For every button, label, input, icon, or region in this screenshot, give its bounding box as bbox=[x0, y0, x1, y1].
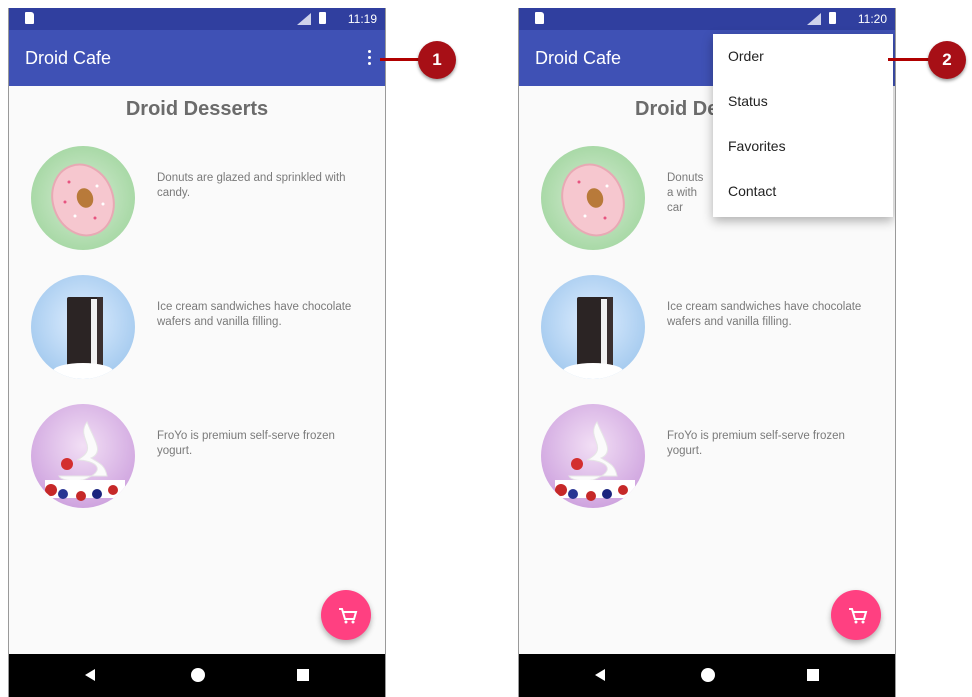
home-icon[interactable] bbox=[191, 668, 205, 682]
page-title: Droid De bbox=[635, 98, 719, 120]
ice-cream-sandwich-image[interactable] bbox=[31, 275, 135, 379]
status-bar: 11:19 bbox=[9, 8, 385, 30]
options-menu: Order Status Favorites Contact bbox=[713, 34, 893, 217]
donut-image[interactable] bbox=[541, 146, 645, 250]
back-icon[interactable] bbox=[595, 669, 605, 681]
froyo-description: FroYo is premium self-serve frozen yogur… bbox=[157, 430, 335, 457]
phone-screen-1: 11:19 Droid Cafe Droid Desserts Donuts a… bbox=[8, 8, 386, 697]
navigation-bar bbox=[519, 654, 895, 697]
menu-item-favorites[interactable]: Favorites bbox=[713, 124, 893, 169]
page-title: Droid Desserts bbox=[125, 98, 269, 120]
home-icon[interactable] bbox=[701, 668, 715, 682]
callout-badge-2: 2 bbox=[928, 41, 966, 79]
status-time: 11:20 bbox=[857, 12, 887, 26]
app-title: Droid Cafe bbox=[25, 48, 112, 68]
ice-cream-sandwich-description: Ice cream sandwiches have chocolate wafe… bbox=[157, 301, 352, 328]
menu-item-order[interactable]: Order bbox=[713, 34, 893, 79]
sd-card-icon bbox=[25, 12, 34, 24]
callout-line-1 bbox=[380, 58, 420, 61]
battery-icon bbox=[319, 12, 326, 24]
signal-icon bbox=[297, 13, 311, 25]
callout-badge-1: 1 bbox=[418, 41, 456, 79]
battery-icon bbox=[829, 12, 836, 24]
sd-card-icon bbox=[535, 12, 544, 24]
froyo-description: FroYo is premium self-serve frozen yogur… bbox=[667, 430, 845, 457]
recent-apps-icon[interactable] bbox=[807, 669, 819, 681]
froyo-image[interactable] bbox=[541, 404, 645, 508]
cart-fab-button[interactable] bbox=[831, 590, 881, 640]
phone-screen-2: 11:20 Droid Cafe Droid De Donuts a with … bbox=[518, 8, 896, 697]
ice-cream-sandwich-image[interactable] bbox=[541, 275, 645, 379]
status-bar: 11:20 bbox=[519, 8, 895, 30]
cart-fab-button[interactable] bbox=[321, 590, 371, 640]
froyo-image[interactable] bbox=[31, 404, 135, 508]
menu-item-status[interactable]: Status bbox=[713, 79, 893, 124]
menu-item-contact[interactable]: Contact bbox=[713, 169, 893, 214]
donut-description: Donuts a with car bbox=[667, 172, 704, 214]
shopping-cart-icon bbox=[849, 608, 868, 624]
signal-icon bbox=[807, 13, 821, 25]
app-bar: Droid Cafe bbox=[9, 30, 385, 86]
app-title: Droid Cafe bbox=[535, 48, 622, 68]
ice-cream-sandwich-description: Ice cream sandwiches have chocolate wafe… bbox=[667, 301, 862, 328]
recent-apps-icon[interactable] bbox=[297, 669, 309, 681]
status-time: 11:19 bbox=[347, 12, 377, 26]
overflow-menu-icon[interactable] bbox=[365, 50, 373, 68]
back-icon[interactable] bbox=[85, 669, 95, 681]
callout-line-2 bbox=[888, 58, 932, 61]
donut-image[interactable] bbox=[31, 146, 135, 250]
donut-description: Donuts are glazed and sprinkled with can… bbox=[157, 172, 346, 199]
navigation-bar bbox=[9, 654, 385, 697]
shopping-cart-icon bbox=[339, 608, 358, 624]
